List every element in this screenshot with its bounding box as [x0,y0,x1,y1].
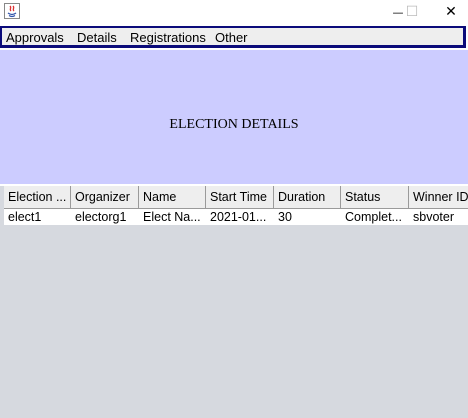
table-row[interactable]: elect1 electorg1 Elect Na... 2021-01... … [4,209,468,225]
cell-election-id: elect1 [8,210,42,224]
menu-registrations[interactable]: Registrations [130,30,206,46]
column-header-election-id[interactable]: Election ... [4,186,71,208]
menu-details[interactable]: Details [77,30,117,46]
maximize-button[interactable]: ☐ [392,0,432,24]
cell-organizer: electorg1 [75,210,127,224]
cell-name: Elect Na... [143,210,201,224]
election-table-scrollpane[interactable]: Election ... Organizer Name Start Time D… [0,186,468,418]
page-title: ELECTION DETAILS [169,117,299,132]
title-bar: — ☐ ✕ [0,0,468,24]
java-app-icon [4,3,20,19]
header-banner: ELECTION DETAILS [0,50,468,184]
cell-status: Complet... [345,210,402,224]
column-header-organizer[interactable]: Organizer [71,186,139,208]
cell-duration: 30 [278,210,292,224]
close-button[interactable]: ✕ [434,0,468,24]
column-header-status[interactable]: Status [341,186,409,208]
menu-bar: Approvals Details Registrations Other [0,26,466,48]
cell-winner-id: sbvoter [413,210,454,224]
table-header: Election ... Organizer Name Start Time D… [4,186,468,209]
column-header-duration[interactable]: Duration [274,186,341,208]
column-header-name[interactable]: Name [139,186,206,208]
menu-approvals[interactable]: Approvals [6,30,64,46]
cell-start-time: 2021-01... [210,210,267,224]
column-header-start-time[interactable]: Start Time [206,186,274,208]
menu-other[interactable]: Other [215,30,248,46]
column-header-winner-id[interactable]: Winner ID [409,186,468,208]
